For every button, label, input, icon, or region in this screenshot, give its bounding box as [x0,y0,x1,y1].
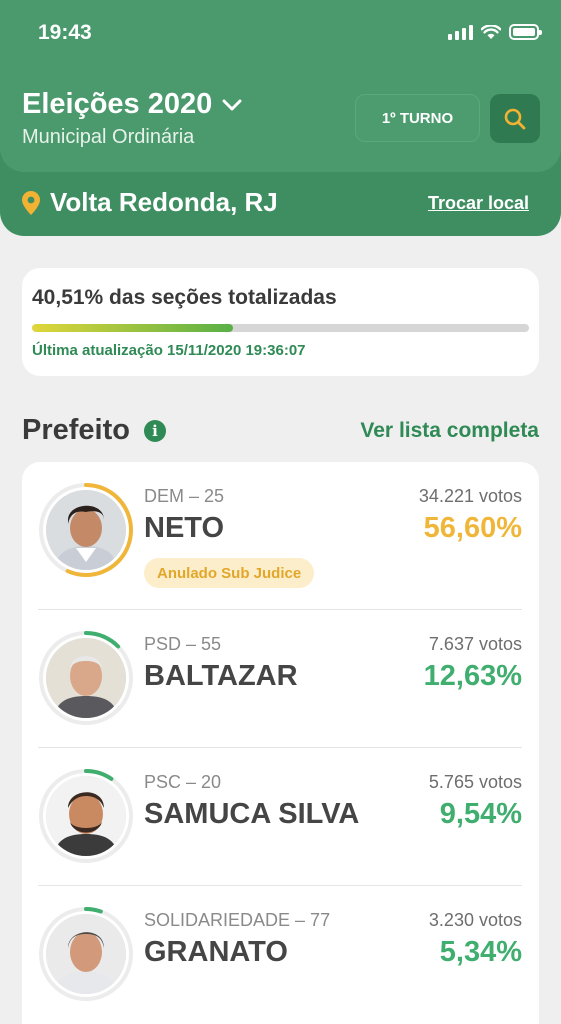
section-heading: Prefeito i [22,414,166,447]
candidate-row[interactable]: PSC – 20 SAMUCA SILVA 5.765 votos 9,54% [38,768,522,868]
candidate-votes: 3.230 votos [428,910,522,930]
candidate-list: DEM – 25 NETO 34.221 votos 56,60% Anulad… [22,462,539,1024]
candidate-percent: 5,34% [439,936,522,968]
candidate-party: DEM – 25 [144,486,225,506]
totalization-progress-bar [32,324,529,332]
current-location: Volta Redonda, RJ [22,187,278,218]
round-button[interactable]: 1º TURNO [355,94,480,142]
candidate-row[interactable]: DEM – 25 NETO 34.221 votos 56,60% Anulad… [38,482,522,612]
totalization-card: 40,51% das seções totalizadas Última atu… [22,268,539,376]
search-button[interactable] [490,94,540,143]
candidate-avatar [38,906,134,1002]
election-subtitle: Municipal Ordinária [22,126,195,148]
candidate-row[interactable]: SOLIDARIEDADE – 77 GRANATO 3.230 votos 5… [38,906,522,1006]
map-pin-icon [22,190,40,215]
candidate-party: PSC – 20 [144,772,222,792]
candidate-name: SAMUCA SILVA [144,798,360,830]
signal-icon [448,24,473,40]
totalization-progress-fill [32,324,234,332]
status-time: 19:43 [38,21,92,44]
change-location-link[interactable]: Trocar local [428,193,529,214]
avatar [46,638,126,718]
candidate-name: NETO [144,512,225,544]
wifi-icon [481,24,501,39]
info-icon[interactable]: i [143,419,166,442]
candidate-party: PSD – 55 [144,634,222,654]
section-title: Prefeito [22,414,130,446]
battery-icon [509,24,542,40]
candidate-avatar [38,482,134,578]
candidate-percent: 12,63% [423,660,522,692]
candidate-party: SOLIDARIEDADE – 77 [144,910,331,930]
see-full-list-link[interactable]: Ver lista completa [360,419,539,443]
candidate-percent: 9,54% [439,798,522,830]
status-icons [448,24,542,40]
candidate-avatar [38,630,134,726]
totalization-title: 40,51% das seções totalizadas [32,286,337,309]
candidate-votes: 34.221 votos [418,486,522,506]
status-badge: Anulado Sub Judice [144,558,315,588]
candidate-name: BALTAZAR [144,660,298,692]
candidate-percent: 56,60% [423,512,522,544]
divider [38,747,522,748]
election-title: Eleições 2020 [22,88,213,120]
avatar [46,776,126,856]
divider [38,885,522,886]
last-update: Última atualização 15/11/2020 19:36:07 [32,342,306,359]
candidate-votes: 7.637 votos [428,634,522,654]
election-selector[interactable]: Eleições 2020 [22,88,242,121]
search-icon [504,108,526,129]
candidate-row[interactable]: PSD – 55 BALTAZAR 7.637 votos 12,63% [38,630,522,730]
avatar [46,490,126,570]
avatar [46,914,126,994]
candidate-avatar [38,768,134,864]
location-name: Volta Redonda, RJ [50,187,278,217]
divider [38,609,522,610]
candidate-name: GRANATO [144,936,288,968]
chevron-down-icon [222,99,242,110]
candidate-votes: 5.765 votos [428,772,522,792]
